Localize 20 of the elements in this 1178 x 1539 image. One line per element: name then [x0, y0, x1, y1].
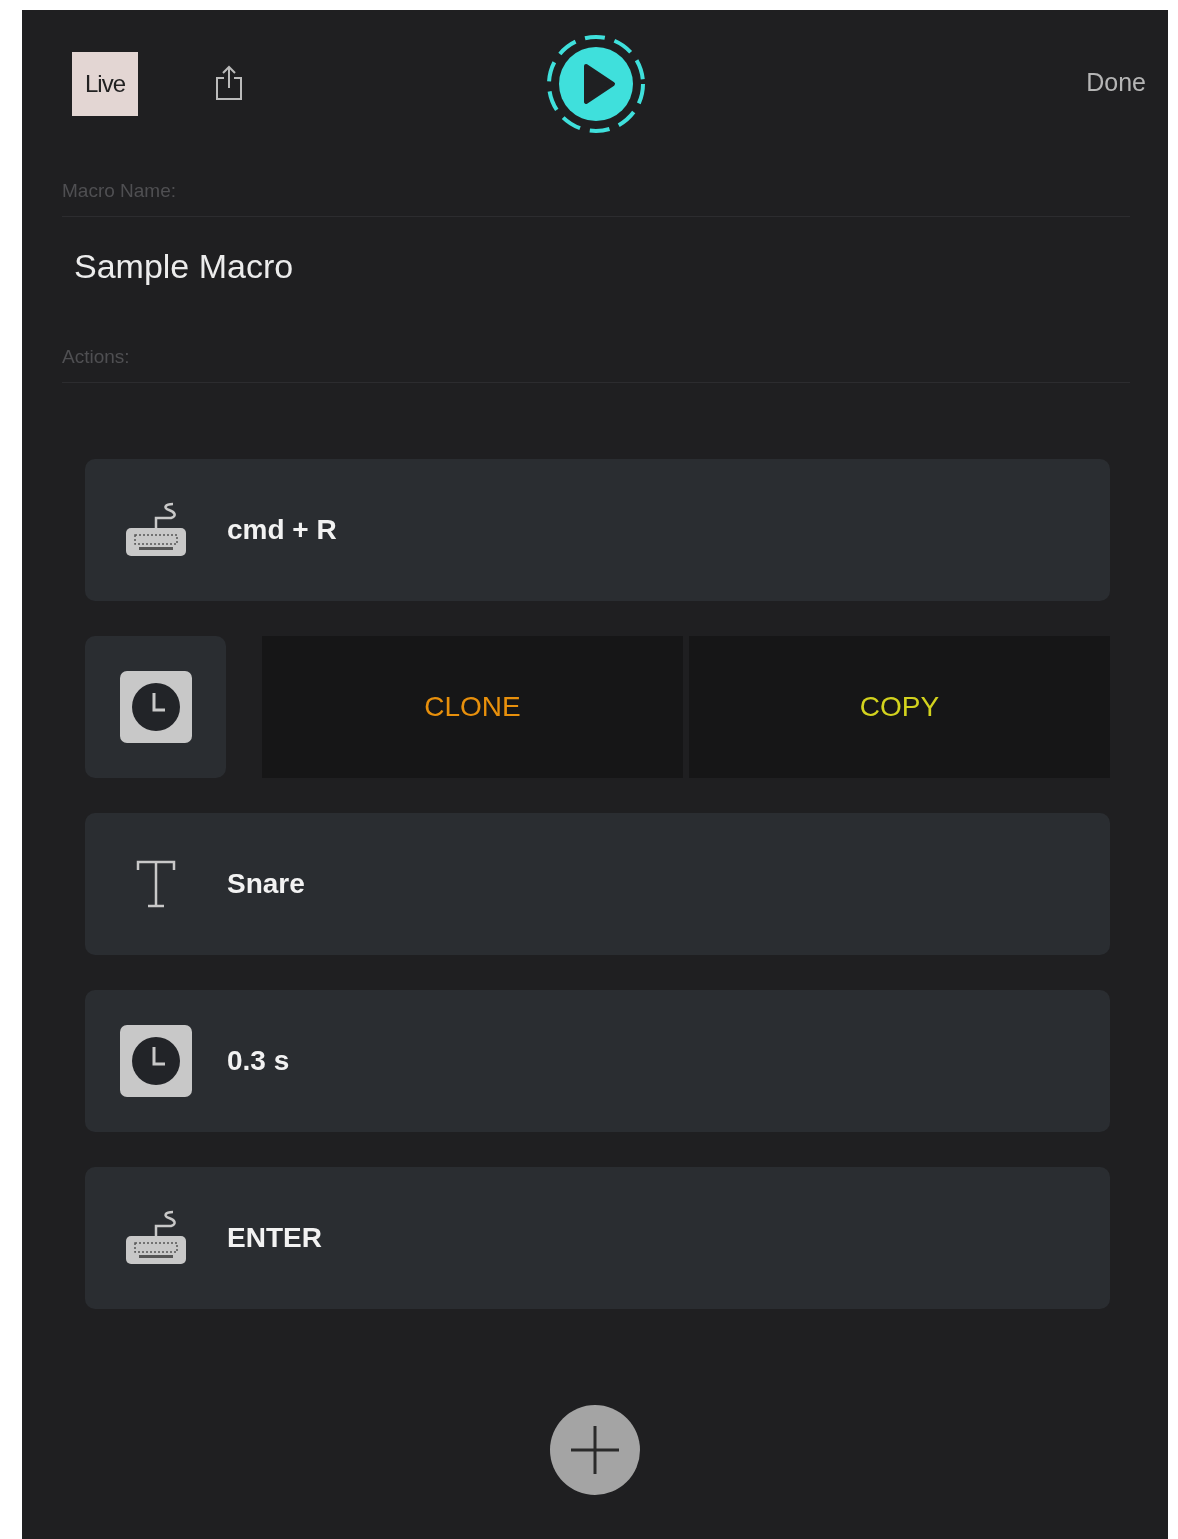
- text-icon: [136, 860, 176, 908]
- clock-icon: [120, 1025, 192, 1097]
- app-logo[interactable]: Live: [72, 52, 138, 116]
- add-button[interactable]: [549, 1404, 641, 1496]
- action-row[interactable]: cmd + R: [85, 459, 1110, 601]
- play-button[interactable]: [544, 32, 648, 136]
- name-field[interactable]: Sample Macro: [62, 217, 1130, 326]
- swipe-action-button[interactable]: COPY: [689, 636, 1110, 778]
- share-icon[interactable]: [214, 65, 244, 101]
- action-row[interactable]: ENTER: [85, 1167, 1110, 1309]
- action-text: cmd + R: [227, 514, 337, 546]
- action-text: Snare: [227, 868, 305, 900]
- clock-icon: [119, 671, 192, 743]
- action-row[interactable]: Snare: [85, 813, 1110, 955]
- action-text: ENTER: [227, 1222, 322, 1254]
- action-tile[interactable]: [85, 636, 226, 778]
- done-button[interactable]: Done: [1082, 63, 1150, 101]
- swipe-action-button[interactable]: CLONE: [262, 636, 683, 778]
- action-row[interactable]: 0.3 s: [85, 990, 1110, 1132]
- action-text: 0.3 s: [227, 1045, 290, 1077]
